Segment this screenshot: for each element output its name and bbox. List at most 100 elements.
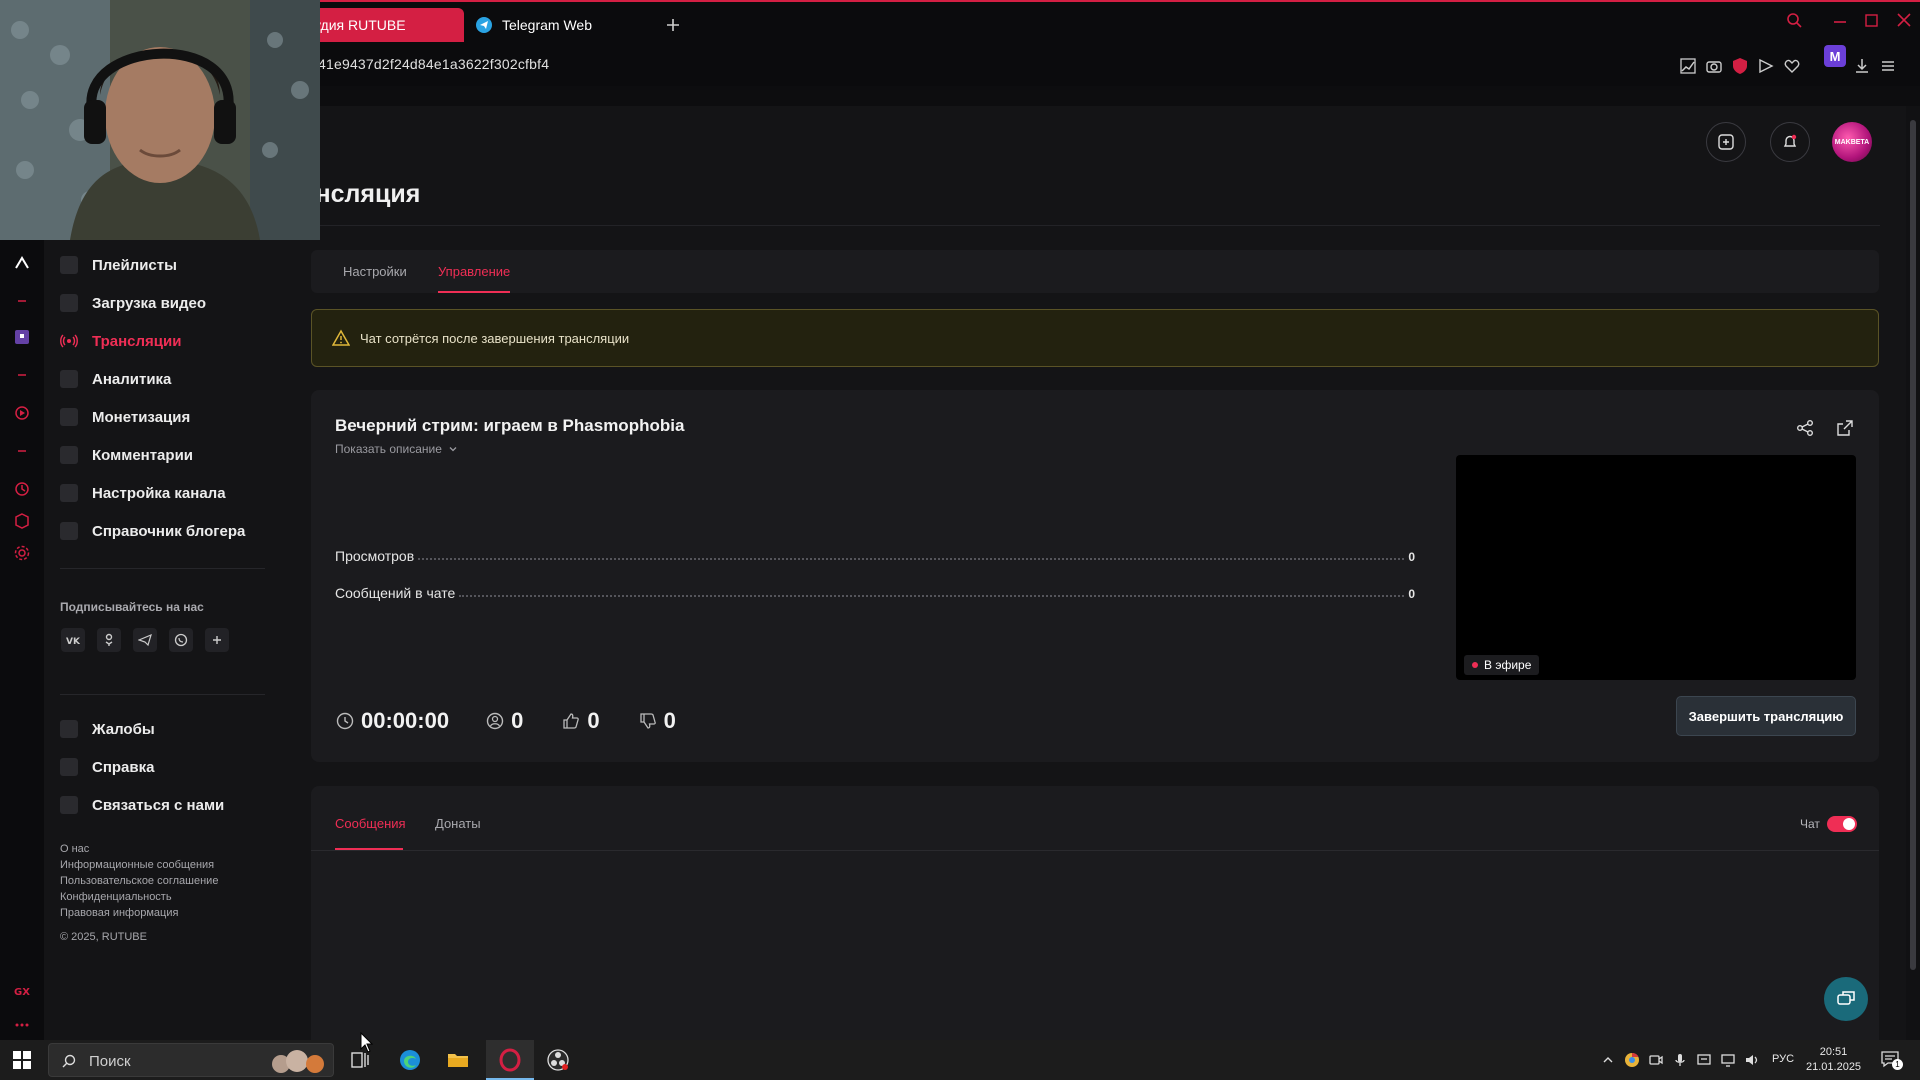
player-icon[interactable] — [13, 404, 31, 422]
upload-icon — [60, 294, 78, 312]
help-icon — [60, 758, 78, 776]
maximize-icon[interactable] — [1862, 10, 1882, 30]
new-tab-icon[interactable] — [662, 14, 684, 36]
monetization-icon — [60, 408, 78, 426]
menu-icon[interactable] — [1878, 56, 1898, 76]
snapshot-icon[interactable] — [1678, 56, 1698, 76]
tab-underline — [438, 291, 510, 293]
gx-logo-icon[interactable]: GX — [13, 982, 31, 1000]
footer-link-about[interactable]: О нас — [60, 843, 89, 855]
footer-link-legal[interactable]: Правовая информация — [60, 907, 178, 919]
mail-icon — [60, 796, 78, 814]
end-stream-button[interactable]: Завершить трансляцию — [1676, 696, 1856, 736]
tab-telegram-web[interactable]: Telegram Web — [476, 8, 656, 42]
chrome-tray-icon[interactable] — [1624, 1052, 1640, 1068]
windows-start-icon[interactable] — [13, 1051, 31, 1069]
send-icon[interactable] — [1756, 56, 1776, 76]
analytics-icon — [60, 370, 78, 388]
sidebar-item-channel-settings[interactable]: Настройка канала — [60, 481, 226, 505]
language-indicator[interactable]: РУС — [1772, 1053, 1794, 1065]
metric-dislikes: 0 — [638, 708, 676, 734]
share-icon[interactable] — [1795, 418, 1815, 438]
tray-chevron-up-icon[interactable] — [1600, 1052, 1616, 1068]
tab-management[interactable]: Управление — [438, 264, 510, 279]
footer-link-privacy[interactable]: Конфиденциальность — [60, 891, 172, 903]
clock-time: 20:51 — [1819, 1046, 1848, 1058]
vk-button[interactable]: VK — [61, 628, 85, 652]
footer-link-info[interactable]: Информационные сообщения — [60, 859, 214, 871]
notification-center[interactable]: 1 — [1880, 1050, 1903, 1070]
sidebar-item-complaints[interactable]: Жалобы — [60, 717, 155, 741]
viewer-icon — [486, 712, 504, 730]
sidebar-item-help[interactable]: Справка — [60, 755, 154, 779]
show-description-button[interactable]: Показать описание — [335, 442, 458, 456]
network-sync-icon[interactable] — [1696, 1052, 1712, 1068]
taskbar-clock[interactable]: 20:51 21.01.2025 — [1806, 1045, 1861, 1075]
viber-icon — [174, 633, 188, 647]
file-explorer-icon[interactable] — [446, 1048, 470, 1072]
footer-link-agreement[interactable]: Пользовательское соглашение — [60, 875, 218, 887]
extensions-icon[interactable] — [13, 512, 31, 530]
download-icon[interactable] — [1852, 56, 1872, 76]
sidebar-item-comments[interactable]: Комментарии — [60, 443, 193, 467]
search-tabs-icon[interactable] — [1784, 10, 1804, 30]
stream-title: Вечерний стрим: играем в Phasmophobia — [335, 416, 685, 435]
sidebar-item-analytics[interactable]: Аналитика — [60, 367, 171, 391]
close-icon[interactable] — [1894, 10, 1914, 30]
chat-divider — [311, 850, 1879, 851]
dotted-leader — [459, 595, 1405, 597]
windows-taskbar: Поиск РУС 20:51 21.01.2025 1 — [0, 1040, 1920, 1080]
vk-icon: VK — [66, 637, 80, 647]
camera-icon[interactable] — [1704, 56, 1724, 76]
chat-toggle[interactable] — [1827, 816, 1857, 832]
sidebar-item-broadcasts[interactable]: Трансляции — [60, 329, 181, 353]
sidebar-item-contact[interactable]: Связаться с нами — [60, 793, 224, 817]
telegram-button[interactable] — [133, 628, 157, 652]
more-socials-button[interactable] — [205, 628, 229, 652]
shield-icon[interactable] — [1730, 56, 1750, 76]
edge-icon[interactable] — [398, 1048, 422, 1072]
ok-button[interactable] — [97, 628, 121, 652]
sidebar-item-guide[interactable]: Справочник блогера — [60, 519, 245, 543]
stat-views: Просмотров 0 — [335, 548, 1415, 564]
sidebar-item-upload[interactable]: Загрузка видео — [60, 291, 206, 315]
viber-button[interactable] — [169, 628, 193, 652]
page-scrollbar[interactable] — [1906, 106, 1920, 1040]
scroll-thumb[interactable] — [1910, 120, 1916, 970]
tab-messages[interactable]: Сообщения — [335, 816, 406, 831]
sidebar-item-playlists[interactable]: Плейлисты — [60, 253, 177, 277]
stream-preview[interactable]: В эфире — [1456, 455, 1856, 680]
obs-icon[interactable] — [546, 1048, 570, 1072]
more-icon[interactable] — [13, 1016, 31, 1034]
microphone-icon[interactable] — [1672, 1052, 1688, 1068]
display-icon[interactable] — [1720, 1052, 1736, 1068]
tab-donations[interactable]: Донаты — [435, 816, 481, 831]
volume-icon[interactable] — [1744, 1052, 1760, 1068]
tab-rutube-studio[interactable]: удия RUTUBE — [310, 8, 464, 42]
url-input[interactable]: 41e9437d2f24d84e1a3622f302cfbf4 — [318, 56, 549, 72]
tab-settings[interactable]: Настройки — [343, 264, 407, 279]
twitch-icon[interactable] — [13, 328, 31, 346]
comments-icon — [60, 446, 78, 464]
taskbar-search[interactable]: Поиск — [48, 1043, 334, 1077]
heart-icon[interactable] — [1782, 56, 1802, 76]
minimize-icon[interactable] — [1830, 10, 1850, 30]
history-icon[interactable] — [13, 480, 31, 498]
bell-icon — [1783, 134, 1797, 147]
support-chat-button[interactable] — [1824, 977, 1868, 1021]
aria-icon[interactable] — [13, 254, 31, 272]
copyright: © 2025, RUTUBE — [60, 931, 147, 943]
profile-m-icon[interactable]: M — [1824, 45, 1846, 67]
taskbar-active-app[interactable] — [486, 1040, 534, 1080]
sidebar-item-monetization[interactable]: Монетизация — [60, 405, 190, 429]
open-external-icon[interactable] — [1835, 418, 1855, 438]
webcam-tray-icon[interactable] — [1648, 1052, 1664, 1068]
create-button[interactable] — [1706, 122, 1746, 162]
avatar[interactable]: MAKBETA — [1832, 122, 1872, 162]
settings-icon[interactable] — [13, 544, 31, 562]
telegram-icon — [476, 17, 492, 33]
search-input: Поиск — [89, 1053, 131, 1070]
notification-count: 1 — [1892, 1059, 1903, 1070]
plus-box-icon — [1718, 134, 1734, 150]
notifications-button[interactable] — [1770, 122, 1810, 162]
